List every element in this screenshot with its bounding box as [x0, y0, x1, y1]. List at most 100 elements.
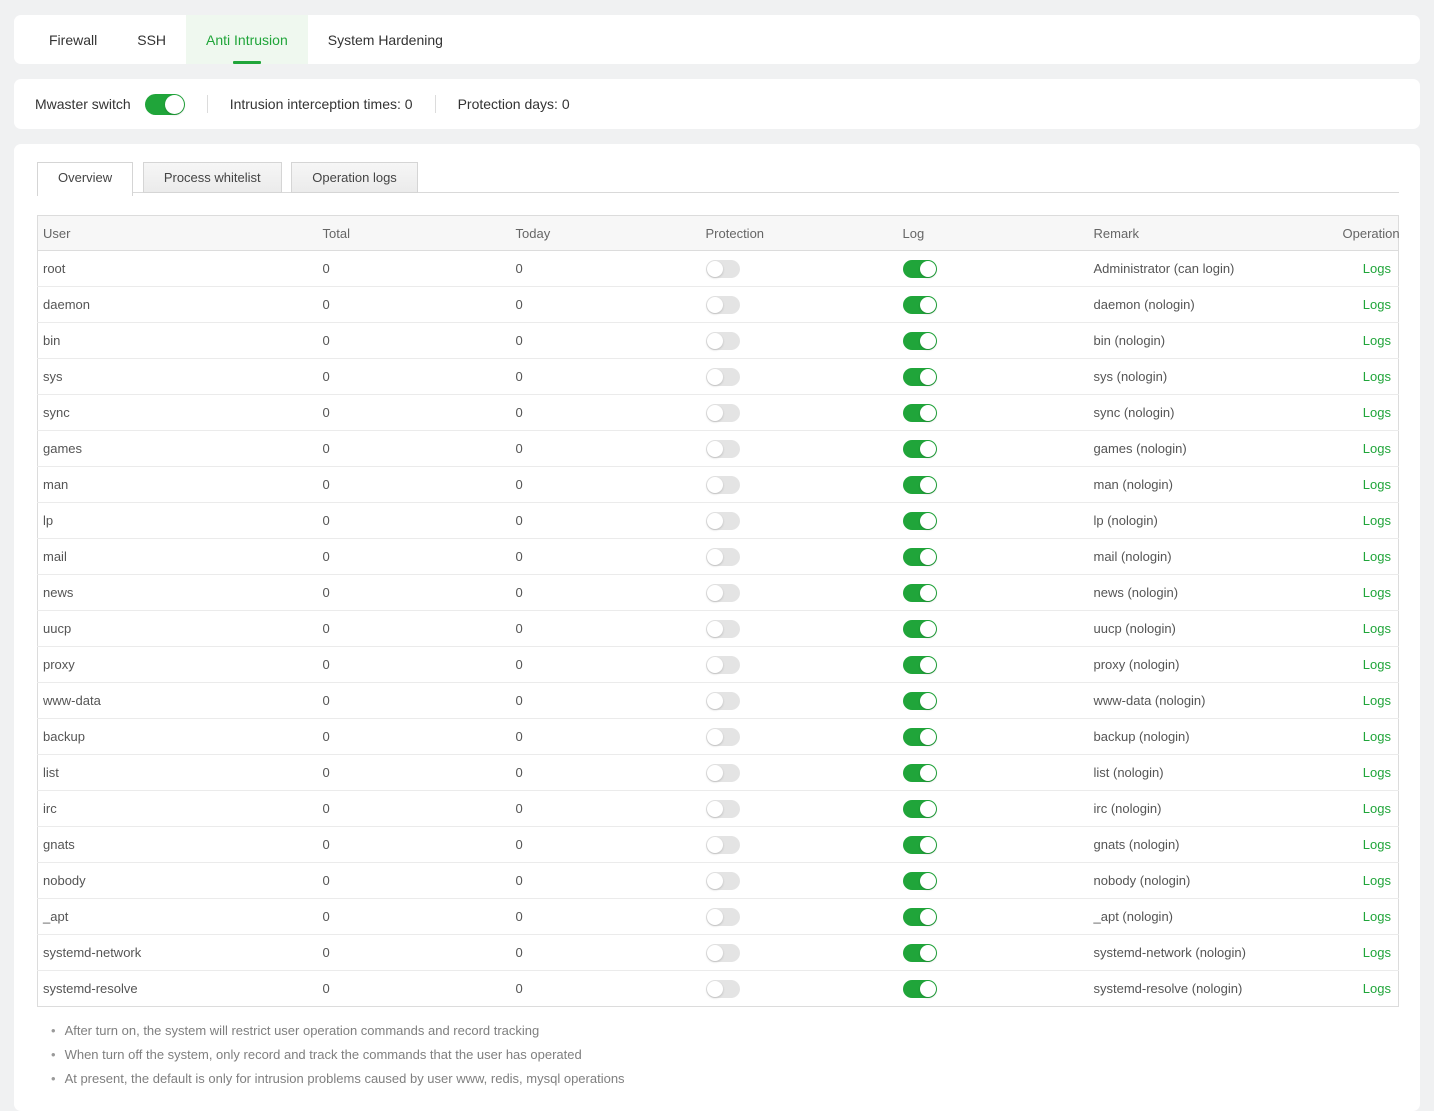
logs-link[interactable]: Logs [1363, 333, 1391, 348]
logs-link[interactable]: Logs [1363, 477, 1391, 492]
logs-link[interactable]: Logs [1363, 297, 1391, 312]
master-switch-toggle[interactable] [145, 94, 185, 115]
log-cell [898, 791, 1089, 827]
protection-toggle[interactable] [706, 692, 740, 710]
log-toggle[interactable] [903, 368, 937, 386]
toggle-knob [920, 477, 936, 493]
operation-cell: Logs [1338, 647, 1399, 683]
protection-toggle[interactable] [706, 980, 740, 998]
log-toggle[interactable] [903, 332, 937, 350]
protection-toggle[interactable] [706, 296, 740, 314]
tab-firewall[interactable]: Firewall [29, 15, 117, 64]
log-toggle[interactable] [903, 440, 937, 458]
logs-link[interactable]: Logs [1363, 765, 1391, 780]
user-cell: root [38, 251, 318, 287]
log-toggle[interactable] [903, 764, 937, 782]
subtab-process-whitelist[interactable]: Process whitelist [143, 162, 282, 193]
log-toggle[interactable] [903, 728, 937, 746]
logs-link[interactable]: Logs [1363, 801, 1391, 816]
log-toggle[interactable] [903, 404, 937, 422]
today-cell: 0 [511, 899, 701, 935]
today-count: 0 [516, 369, 523, 384]
toggle-knob [707, 369, 723, 385]
toggle-knob [920, 729, 936, 745]
logs-link[interactable]: Logs [1363, 549, 1391, 564]
operation-cell: Logs [1338, 719, 1399, 755]
log-toggle[interactable] [903, 980, 937, 998]
logs-link[interactable]: Logs [1363, 945, 1391, 960]
user-cell: mail [38, 539, 318, 575]
log-toggle[interactable] [903, 908, 937, 926]
logs-link[interactable]: Logs [1363, 909, 1391, 924]
protection-toggle[interactable] [706, 548, 740, 566]
total-count: 0 [323, 801, 330, 816]
protection-toggle[interactable] [706, 476, 740, 494]
protection-toggle[interactable] [706, 872, 740, 890]
protection-toggle[interactable] [706, 656, 740, 674]
log-toggle[interactable] [903, 476, 937, 494]
logs-link[interactable]: Logs [1363, 729, 1391, 744]
tab-anti-intrusion[interactable]: Anti Intrusion [186, 15, 308, 64]
toggle-knob [165, 95, 184, 114]
logs-link[interactable]: Logs [1363, 837, 1391, 852]
protection-toggle[interactable] [706, 584, 740, 602]
logs-link[interactable]: Logs [1363, 981, 1391, 996]
log-toggle[interactable] [903, 656, 937, 674]
subtab-operation-logs[interactable]: Operation logs [291, 162, 418, 193]
protection-toggle[interactable] [706, 620, 740, 638]
protection-toggle[interactable] [706, 728, 740, 746]
subtab-overview[interactable]: Overview [37, 162, 133, 196]
log-toggle[interactable] [903, 260, 937, 278]
protection-toggle[interactable] [706, 800, 740, 818]
protection-toggle[interactable] [706, 332, 740, 350]
today-count: 0 [516, 693, 523, 708]
logs-link[interactable]: Logs [1363, 369, 1391, 384]
tab-ssh[interactable]: SSH [117, 15, 186, 64]
logs-link[interactable]: Logs [1363, 405, 1391, 420]
log-toggle[interactable] [903, 692, 937, 710]
total-cell: 0 [318, 539, 511, 575]
remark-cell: proxy (nologin) [1089, 647, 1338, 683]
log-toggle[interactable] [903, 548, 937, 566]
today-cell: 0 [511, 863, 701, 899]
logs-link[interactable]: Logs [1363, 621, 1391, 636]
protection-toggle[interactable] [706, 944, 740, 962]
protection-toggle[interactable] [706, 404, 740, 422]
logs-link[interactable]: Logs [1363, 261, 1391, 276]
log-toggle[interactable] [903, 944, 937, 962]
protection-toggle[interactable] [706, 908, 740, 926]
protection-toggle[interactable] [706, 368, 740, 386]
col-header-protection: Protection [701, 216, 898, 251]
remark-cell: sys (nologin) [1089, 359, 1338, 395]
toggle-knob [920, 369, 936, 385]
log-toggle[interactable] [903, 512, 937, 530]
logs-link[interactable]: Logs [1363, 513, 1391, 528]
logs-link[interactable]: Logs [1363, 873, 1391, 888]
protection-toggle[interactable] [706, 260, 740, 278]
today-cell: 0 [511, 791, 701, 827]
log-toggle[interactable] [903, 836, 937, 854]
toggle-knob [707, 981, 723, 997]
tab-system-hardening[interactable]: System Hardening [308, 15, 463, 64]
logs-link[interactable]: Logs [1363, 657, 1391, 672]
today-cell: 0 [511, 431, 701, 467]
log-toggle[interactable] [903, 296, 937, 314]
protection-toggle[interactable] [706, 764, 740, 782]
total-count: 0 [323, 297, 330, 312]
today-cell: 0 [511, 935, 701, 971]
logs-link[interactable]: Logs [1363, 441, 1391, 456]
notes-list: After turn on, the system will restrict … [37, 1019, 1399, 1091]
log-toggle[interactable] [903, 620, 937, 638]
protection-toggle[interactable] [706, 836, 740, 854]
logs-link[interactable]: Logs [1363, 585, 1391, 600]
log-cell [898, 359, 1089, 395]
log-toggle[interactable] [903, 800, 937, 818]
protection-toggle[interactable] [706, 440, 740, 458]
log-toggle[interactable] [903, 872, 937, 890]
protection-toggle[interactable] [706, 512, 740, 530]
logs-link[interactable]: Logs [1363, 693, 1391, 708]
log-toggle[interactable] [903, 584, 937, 602]
total-count: 0 [323, 981, 330, 996]
operation-cell: Logs [1338, 395, 1399, 431]
toggle-knob [920, 549, 936, 565]
